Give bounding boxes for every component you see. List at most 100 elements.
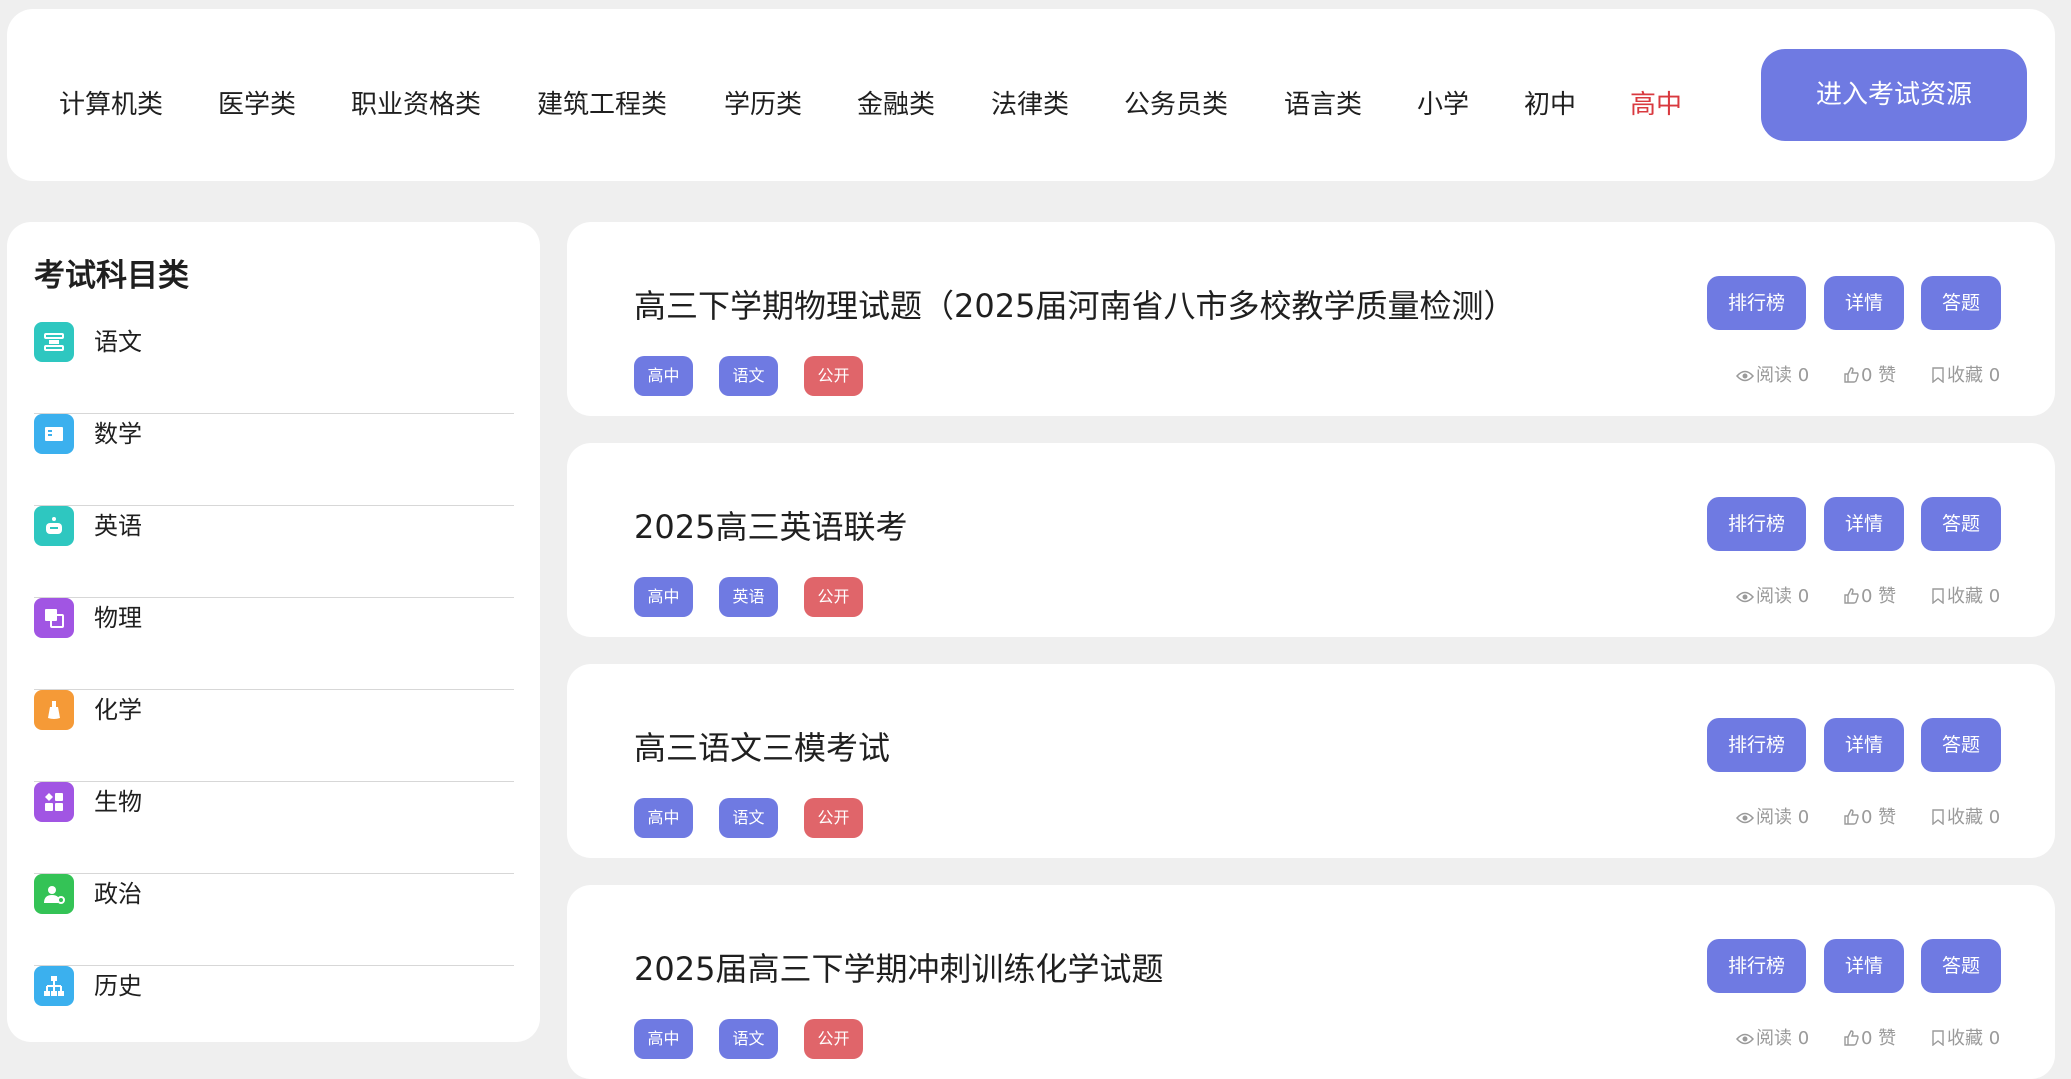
rank-button[interactable]: 排行榜 [1707, 939, 1806, 993]
answer-button[interactable]: 答题 [1921, 718, 2001, 772]
detail-button[interactable]: 详情 [1824, 276, 1904, 330]
thumb-up-icon [1844, 809, 1859, 825]
view-count-text: 阅读 0 [1756, 1028, 1810, 1049]
sidebar-item-history[interactable]: 历史 [34, 966, 514, 1058]
nav-item-computer[interactable]: 计算机类 [59, 85, 163, 125]
sidebar-item-politics[interactable]: 政治 [34, 874, 514, 966]
answer-button[interactable]: 答题 [1921, 276, 2001, 330]
level-tag: 高中 [634, 1019, 693, 1059]
view-count: 阅读 0 [1735, 1024, 1810, 1054]
enter-exam-resources-button[interactable]: 进入考试资源 [1761, 49, 2027, 141]
list-icon [34, 322, 74, 362]
like-count-text: 0 赞 [1861, 365, 1897, 386]
user-icon [34, 874, 74, 914]
exam-card[interactable]: 高三下学期物理试题（2025届河南省八市多校教学质量检测） 高中 语文 公开 排… [567, 222, 2055, 416]
exam-title[interactable]: 高三下学期物理试题（2025届河南省八市多校教学质量检测） [634, 282, 1515, 330]
view-count-text: 阅读 0 [1756, 365, 1810, 386]
nav-item-construction[interactable]: 建筑工程类 [537, 85, 667, 125]
exam-card[interactable]: 2025高三英语联考 高中 英语 公开 排行榜 详情 答题 阅读 0 0 赞 收… [567, 443, 2055, 637]
favorite-count-text: 收藏 0 [1947, 365, 2001, 386]
thumb-up-icon [1844, 588, 1859, 604]
sidebar-item-chinese[interactable]: 语文 [34, 322, 514, 414]
answer-button[interactable]: 答题 [1921, 497, 2001, 551]
rank-button[interactable]: 排行榜 [1707, 718, 1806, 772]
sidebar-item-chemistry[interactable]: 化学 [34, 690, 514, 782]
nav-item-medical[interactable]: 医学类 [218, 85, 296, 125]
nav-item-primary[interactable]: 小学 [1417, 85, 1469, 125]
favorite-count[interactable]: 收藏 0 [1931, 361, 2000, 391]
exam-title[interactable]: 高三语文三模考试 [634, 724, 890, 772]
favorite-count[interactable]: 收藏 0 [1931, 803, 2000, 833]
like-count[interactable]: 0 赞 [1843, 582, 1896, 612]
detail-button[interactable]: 详情 [1824, 939, 1904, 993]
sidebar-item-label: 历史 [94, 972, 142, 1000]
robot-icon [34, 506, 74, 546]
subject-tag: 语文 [719, 798, 778, 838]
bookmark-icon [1932, 1030, 1944, 1047]
eye-icon [1735, 1033, 1755, 1045]
favorite-count[interactable]: 收藏 0 [1931, 582, 2000, 612]
subject-tag: 语文 [719, 356, 778, 396]
subject-tag: 英语 [719, 577, 778, 617]
public-tag: 公开 [804, 1019, 863, 1059]
exam-card[interactable]: 2025届高三下学期冲刺训练化学试题 高中 语文 公开 排行榜 详情 答题 阅读… [567, 885, 2055, 1079]
detail-button[interactable]: 详情 [1824, 718, 1904, 772]
favorite-count[interactable]: 收藏 0 [1931, 1024, 2000, 1054]
view-count: 阅读 0 [1735, 361, 1810, 391]
nav-item-senior[interactable]: 高中 [1630, 85, 1682, 125]
bookmark-icon [1932, 367, 1944, 384]
sidebar-item-physics[interactable]: 物理 [34, 598, 514, 690]
nav-item-language[interactable]: 语言类 [1284, 85, 1362, 125]
nav-item-education[interactable]: 学历类 [724, 85, 802, 125]
sidebar-item-english[interactable]: 英语 [34, 506, 514, 598]
nav-item-law[interactable]: 法律类 [991, 85, 1069, 125]
public-tag: 公开 [804, 356, 863, 396]
bookmark-icon [1932, 809, 1944, 826]
flask-icon [34, 690, 74, 730]
level-tag: 高中 [634, 577, 693, 617]
nav-item-finance[interactable]: 金融类 [857, 85, 935, 125]
view-count-text: 阅读 0 [1756, 807, 1810, 828]
bookmark-icon [1932, 588, 1944, 605]
sidebar-item-label: 物理 [94, 604, 142, 632]
public-tag: 公开 [804, 798, 863, 838]
sidebar-item-label: 数学 [94, 420, 142, 448]
nav-item-civil-service[interactable]: 公务员类 [1124, 85, 1228, 125]
sidebar-title: 考试科目类 [34, 258, 189, 294]
answer-button[interactable]: 答题 [1921, 939, 2001, 993]
thumb-up-icon [1844, 367, 1859, 383]
like-count-text: 0 赞 [1861, 586, 1897, 607]
like-count[interactable]: 0 赞 [1843, 803, 1896, 833]
favorite-count-text: 收藏 0 [1947, 1028, 2001, 1049]
exam-card[interactable]: 高三语文三模考试 高中 语文 公开 排行榜 详情 答题 阅读 0 0 赞 收藏 … [567, 664, 2055, 858]
exam-title[interactable]: 2025高三英语联考 [634, 503, 907, 551]
view-count: 阅读 0 [1735, 582, 1810, 612]
rank-button[interactable]: 排行榜 [1707, 276, 1806, 330]
exam-title[interactable]: 2025届高三下学期冲刺训练化学试题 [634, 945, 1163, 993]
eye-icon [1735, 591, 1755, 603]
subject-sidebar: 考试科目类 语文 数学 英语 物理 化学 生物 政治 历史 [7, 222, 540, 1042]
favorite-count-text: 收藏 0 [1947, 807, 2001, 828]
sidebar-item-math[interactable]: 数学 [34, 414, 514, 506]
detail-button[interactable]: 详情 [1824, 497, 1904, 551]
sidebar-item-label: 化学 [94, 696, 142, 724]
like-count[interactable]: 0 赞 [1843, 1024, 1896, 1054]
view-count-text: 阅读 0 [1756, 586, 1810, 607]
like-count-text: 0 赞 [1861, 807, 1897, 828]
rank-button[interactable]: 排行榜 [1707, 497, 1806, 551]
view-count: 阅读 0 [1735, 803, 1810, 833]
eye-icon [1735, 812, 1755, 824]
nav-item-junior[interactable]: 初中 [1524, 85, 1576, 125]
thumb-up-icon [1844, 1030, 1859, 1046]
sidebar-item-label: 生物 [94, 788, 142, 816]
subject-tag: 语文 [719, 1019, 778, 1059]
sidebar-item-label: 语文 [94, 328, 142, 356]
grid-icon [34, 782, 74, 822]
public-tag: 公开 [804, 577, 863, 617]
sidebar-item-label: 英语 [94, 512, 142, 540]
like-count[interactable]: 0 赞 [1843, 361, 1896, 391]
sidebar-item-biology[interactable]: 生物 [34, 782, 514, 874]
nav-item-professional[interactable]: 职业资格类 [351, 85, 481, 125]
level-tag: 高中 [634, 356, 693, 396]
eye-icon [1735, 370, 1755, 382]
